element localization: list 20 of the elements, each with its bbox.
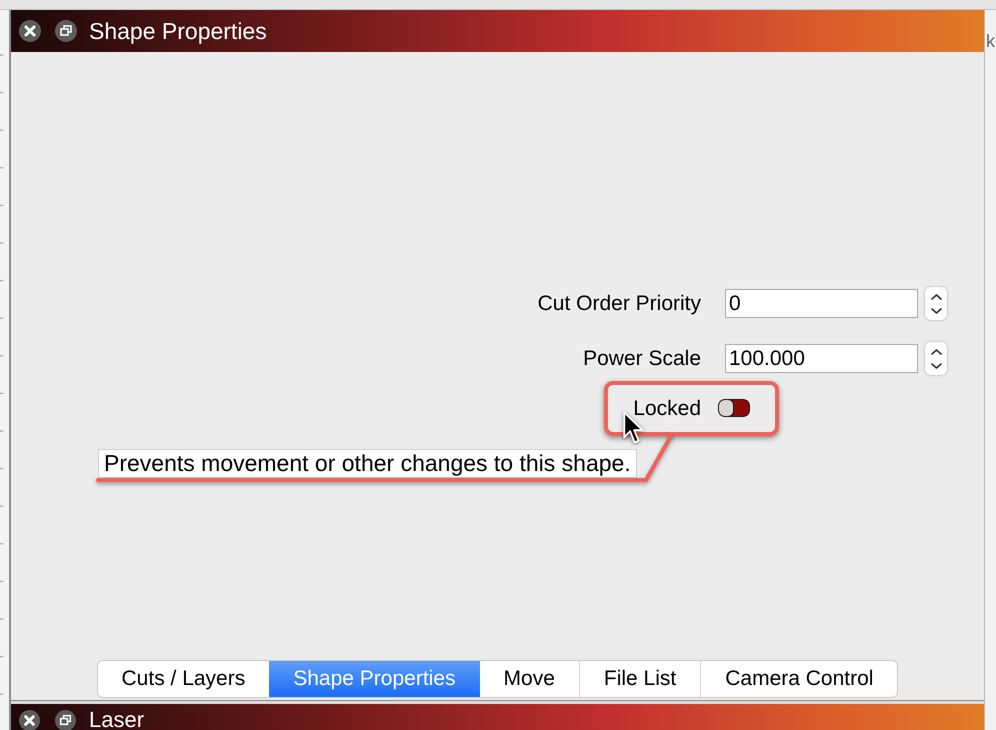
partial-label: k [985,31,996,51]
tab[interactable]: Camera Control [700,661,898,697]
chevron-down-icon[interactable] [930,308,942,314]
chevron-down-icon[interactable] [930,362,942,368]
window-title: Shape Properties [89,20,267,42]
field-label: Power Scale [583,348,701,369]
restore-icon[interactable] [55,20,77,42]
toggle-label: Locked [633,398,701,418]
close-icon[interactable] [19,710,40,730]
chevron-up-icon[interactable] [930,348,942,354]
restore-icon[interactable] [55,710,76,730]
number-field[interactable]: 100.000 [725,344,918,373]
chevron-up-icon[interactable] [930,294,942,300]
tooltip: Prevents movement or other changes to this shape. [98,449,637,478]
window-title: Laser [89,709,144,730]
close-icon[interactable] [19,20,41,42]
number-field[interactable]: 0 [725,289,918,318]
toggle-switch[interactable] [718,399,750,417]
tab[interactable]: Shape Properties [269,661,480,697]
field-label: Cut Order Priority [538,293,701,314]
